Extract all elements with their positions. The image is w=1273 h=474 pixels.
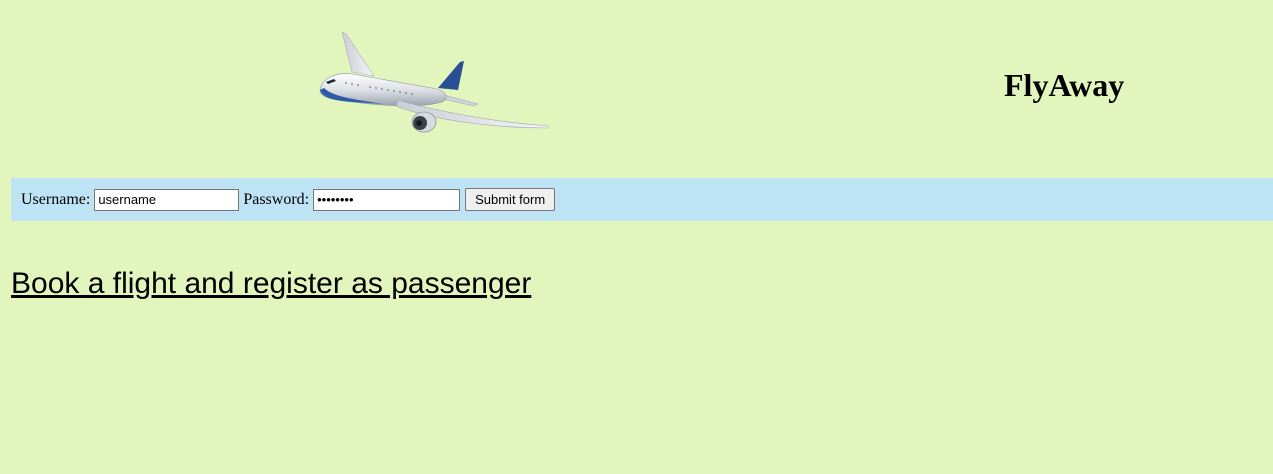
username-label: Username: [21, 190, 91, 208]
login-form: Username: Password: Submit form [11, 178, 1273, 221]
brand-title: FlyAway [1004, 67, 1125, 103]
username-input[interactable] [94, 188, 240, 211]
airplane-icon [319, 31, 549, 133]
password-input[interactable] [313, 188, 461, 211]
password-label: Password: [243, 190, 310, 208]
page-header: FlyAway [0, 0, 1273, 178]
submit-form-button[interactable]: Submit form [465, 188, 556, 211]
book-flight-link[interactable]: Book a flight and register as passenger [11, 265, 531, 303]
